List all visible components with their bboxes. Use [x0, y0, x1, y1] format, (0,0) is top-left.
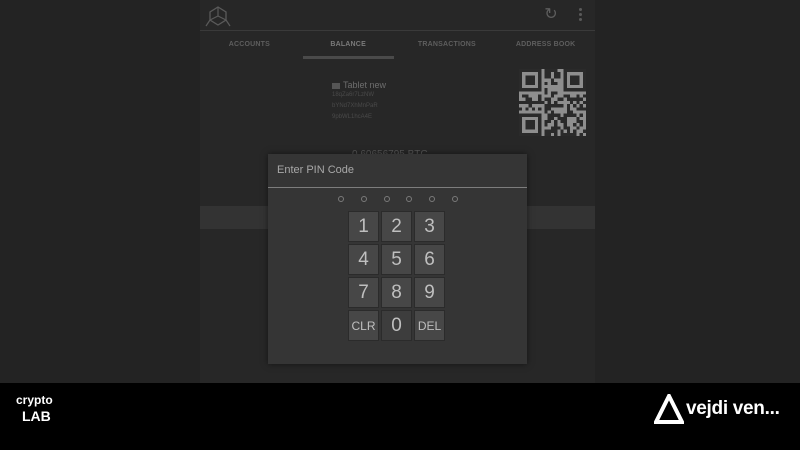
triangle-logo-icon [654, 394, 684, 424]
tab-balance[interactable]: BALANCE [299, 31, 398, 59]
cube-logo-icon [205, 6, 231, 27]
dialog-divider [268, 187, 527, 188]
wallet-name: Tablet new [332, 80, 492, 90]
app-screen: ↻ ACCOUNTS BALANCE TRANSACTIONS ADDRESS … [0, 0, 800, 383]
refresh-icon[interactable]: ↻ [543, 6, 559, 24]
key-2[interactable]: 2 [381, 211, 412, 242]
pin-keypad: 1 2 3 4 5 6 7 8 9 CLR 0 DEL [348, 211, 447, 341]
wallet-name-label: Tablet new [343, 80, 387, 90]
pin-indicator [338, 196, 458, 204]
pin-dot [429, 196, 436, 202]
key-7[interactable]: 7 [348, 277, 379, 308]
tab-transactions[interactable]: TRANSACTIONS [398, 31, 497, 59]
app-bar: ↻ [200, 0, 595, 30]
key-delete[interactable]: DEL [414, 310, 445, 341]
pin-dialog: Enter PIN Code 1 2 3 4 5 6 7 8 9 CLR 0 D… [268, 154, 527, 364]
wallet-tag-icon [332, 82, 340, 89]
pin-dot [451, 196, 458, 202]
key-6[interactable]: 6 [414, 244, 445, 275]
wallet-info: Tablet new 18qZa6r7LzNW bYNd7XhMnPaR 9pb… [332, 80, 492, 123]
wallet-address-line: 18qZa6r7LzNW [332, 92, 375, 98]
wallet-address-line: bYNd7XhMnPaR [332, 103, 378, 109]
tab-bar: ACCOUNTS BALANCE TRANSACTIONS ADDRESS BO… [200, 30, 595, 59]
key-4[interactable]: 4 [348, 244, 379, 275]
vejdi-ven-text: vejdi ven... [686, 398, 780, 419]
key-5[interactable]: 5 [381, 244, 412, 275]
cryptolab-logo-line2: LAB [22, 408, 51, 424]
qr-code [519, 69, 586, 136]
key-3[interactable]: 3 [414, 211, 445, 242]
overflow-menu-icon[interactable] [575, 7, 585, 23]
cryptolab-logo-line1: crypto [16, 393, 53, 407]
key-0[interactable]: 0 [381, 310, 412, 341]
pin-dot [360, 196, 367, 202]
pin-dot [338, 196, 344, 202]
tab-address-book[interactable]: ADDRESS BOOK [496, 31, 595, 59]
key-9[interactable]: 9 [414, 277, 445, 308]
wallet-address-line: 9pbWL1hcA4E [332, 114, 373, 120]
pin-dot [406, 196, 413, 202]
key-8[interactable]: 8 [381, 277, 412, 308]
key-1[interactable]: 1 [348, 211, 379, 242]
tab-accounts[interactable]: ACCOUNTS [200, 31, 299, 59]
pin-dot [383, 196, 390, 202]
key-clear[interactable]: CLR [348, 310, 379, 341]
cryptolab-logo: crypto LAB [14, 393, 58, 433]
pin-dialog-title: Enter PIN Code [277, 164, 355, 176]
